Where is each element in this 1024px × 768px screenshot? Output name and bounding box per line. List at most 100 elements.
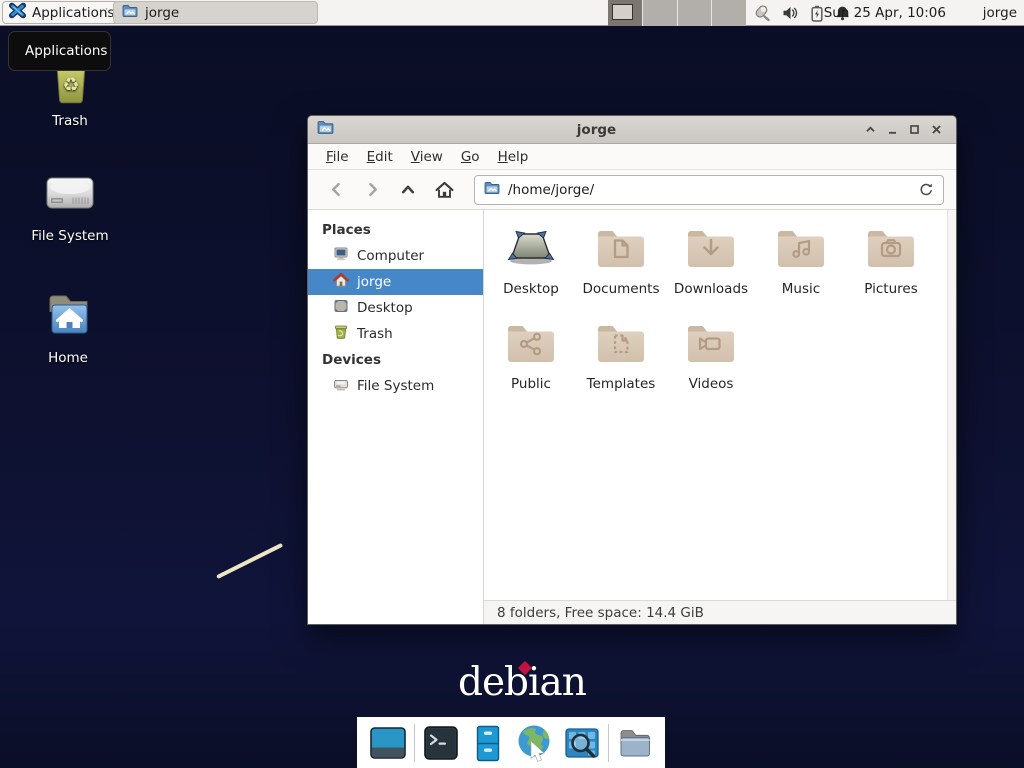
desktop-icon-label: Trash (52, 113, 88, 129)
file-label: Videos (689, 376, 734, 392)
file-item-templates[interactable]: Templates (576, 319, 666, 414)
sidebar-item-desktop[interactable]: Desktop (308, 295, 483, 321)
file-item-videos[interactable]: Videos (666, 319, 756, 414)
shade-button[interactable] (859, 119, 881, 141)
drive-icon (333, 376, 349, 396)
sidebar-item-label: Desktop (357, 300, 413, 316)
workspace-button-1[interactable] (608, 0, 642, 26)
music-folder-icon (776, 224, 826, 276)
file-grid: Desktop Docume (486, 224, 936, 414)
menu-file[interactable]: File (317, 146, 358, 168)
forward-button[interactable] (356, 175, 388, 205)
show-desktop-icon (368, 723, 408, 763)
file-item-documents[interactable]: Documents (576, 224, 666, 319)
svg-text:♻: ♻ (62, 74, 79, 96)
sidebar-item-computer[interactable]: Computer (308, 243, 483, 269)
window-titlebar[interactable]: jorge (308, 116, 956, 144)
terminal-icon (421, 723, 461, 763)
sidebar-item-label: Trash (357, 326, 393, 342)
workspace-switcher (608, 0, 746, 26)
home-button[interactable] (428, 175, 460, 205)
desktop-icon-home[interactable]: Home (18, 286, 118, 366)
desktop-places-icon (333, 298, 349, 318)
application-finder-launcher[interactable] (561, 722, 603, 764)
download-folder-icon (686, 224, 736, 276)
file-label: Desktop (503, 281, 559, 297)
vertical-scrollbar[interactable] (947, 210, 956, 600)
sidebar-item-label: File System (357, 378, 434, 394)
menu-edit[interactable]: Edit (358, 146, 402, 168)
sidebar-item-file-system[interactable]: File System (308, 373, 483, 399)
terminal-launcher[interactable] (420, 722, 462, 764)
location-bar[interactable]: /home/jorge/ (474, 175, 944, 205)
videos-folder-icon (686, 319, 736, 371)
volume-icon[interactable] (782, 5, 799, 21)
top-panel: Applications ⋮ jorge (0, 0, 1024, 26)
screen: { "panel": { "applications_label": "Appl… (0, 0, 1024, 768)
desktop-icon-file-system[interactable]: File System (20, 166, 120, 244)
menu-bar: File Edit View Go Help (308, 144, 956, 170)
debian-wallpaper-logo: debian (458, 660, 586, 705)
window-body: Places Computer (308, 210, 956, 624)
file-view: Desktop Docume (484, 210, 956, 624)
file-item-music[interactable]: Music (756, 224, 846, 319)
menu-view[interactable]: View (402, 146, 452, 168)
back-button[interactable] (320, 175, 352, 205)
sidebar-item-jorge[interactable]: jorge (308, 269, 483, 295)
trash-small-icon (333, 324, 349, 344)
tooltip-text: Applications (25, 43, 107, 59)
maximize-button[interactable] (903, 119, 925, 141)
location-path-text: /home/jorge/ (508, 182, 594, 198)
hard-drive-icon (40, 166, 100, 224)
minimize-button[interactable] (881, 119, 903, 141)
templates-folder-icon (596, 319, 646, 371)
file-manager-window: jorge File Edit View Go Help (307, 115, 957, 625)
menu-go[interactable]: Go (452, 146, 489, 168)
wallpaper-line-artifact (216, 543, 283, 579)
status-bar: 8 folders, Free space: 14.4 GiB (484, 600, 956, 624)
file-item-downloads[interactable]: Downloads (666, 224, 756, 319)
show-desktop-button[interactable] (367, 722, 409, 764)
file-item-desktop[interactable]: Desktop (486, 224, 576, 319)
window-title: jorge (334, 122, 859, 138)
close-button[interactable] (925, 119, 947, 141)
workspace-button-2[interactable] (642, 0, 677, 26)
directory-menu-button[interactable] (614, 722, 656, 764)
file-label: Music (782, 281, 820, 297)
panel-handle[interactable]: ⋮ (101, 0, 111, 26)
dock-separator (608, 724, 609, 762)
file-label: Templates (587, 376, 656, 392)
battery-charging-icon[interactable] (810, 5, 824, 22)
sidebar-item-trash[interactable]: Trash (308, 321, 483, 347)
up-button[interactable] (392, 175, 424, 205)
status-text: 8 folders, Free space: 14.4 GiB (497, 605, 704, 621)
file-label: Downloads (674, 281, 748, 297)
file-label: Documents (583, 281, 660, 297)
workspace-button-3[interactable] (677, 0, 712, 26)
sidebar-item-label: jorge (357, 274, 391, 290)
web-browser-launcher[interactable] (514, 722, 556, 764)
desktop-icon-label: Home (48, 350, 88, 366)
desktop-icon-label: File System (31, 228, 108, 244)
location-folder-icon (484, 180, 500, 200)
file-item-public[interactable]: Public (486, 319, 576, 414)
workspace-button-4[interactable] (711, 0, 746, 26)
home-folder-icon (41, 286, 95, 346)
input-device-icon[interactable] (752, 4, 771, 22)
taskbar-window-label: jorge (145, 5, 179, 21)
panel-clock[interactable]: Sun 25 Apr, 10:06 (824, 0, 946, 26)
sidebar-header-devices: Devices (308, 347, 483, 373)
reload-button[interactable] (919, 182, 934, 197)
computer-icon (333, 246, 349, 266)
panel-user-menu[interactable]: jorge (983, 0, 1017, 26)
folder-icon (122, 3, 138, 23)
file-manager-launcher[interactable] (467, 722, 509, 764)
file-label: Pictures (864, 281, 917, 297)
menu-help[interactable]: Help (489, 146, 538, 168)
workspace-window-preview (612, 4, 633, 20)
side-pane: Places Computer (308, 210, 484, 624)
pictures-folder-icon (866, 224, 916, 276)
sidebar-item-label: Computer (357, 248, 424, 264)
taskbar-window-button[interactable]: jorge (113, 1, 318, 24)
file-item-pictures[interactable]: Pictures (846, 224, 936, 319)
